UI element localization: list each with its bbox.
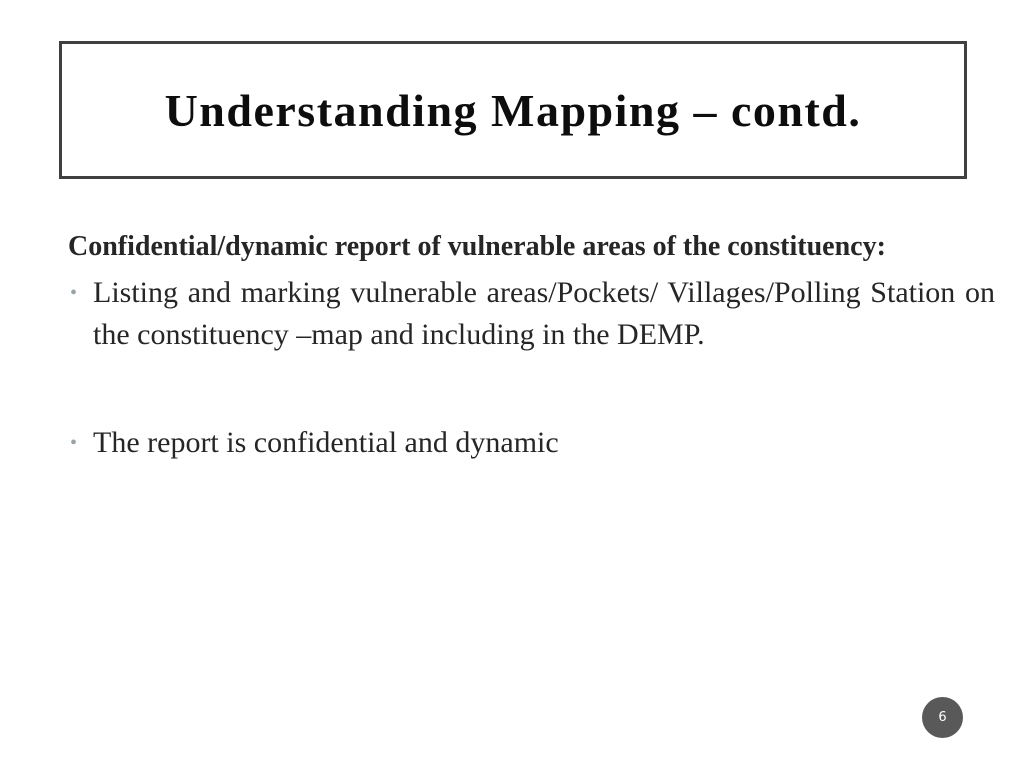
bullet-list: • Listing and marking vulnerable areas/P… bbox=[68, 272, 995, 464]
page-number-badge: 6 bbox=[922, 697, 963, 738]
bullet-dot-icon: • bbox=[70, 282, 78, 304]
bullet-item: • Listing and marking vulnerable areas/P… bbox=[68, 272, 995, 356]
section-heading: Confidential/dynamic report of vulnerabl… bbox=[68, 231, 886, 262]
bullet-dot-icon: • bbox=[70, 432, 78, 454]
bullet-text: The report is confidential and dynamic bbox=[93, 426, 559, 459]
bullet-item: • The report is confidential and dynamic bbox=[68, 422, 995, 464]
bullet-text: Listing and marking vulnerable areas/Poc… bbox=[93, 276, 995, 351]
title-box: Understanding Mapping – contd. bbox=[59, 41, 967, 179]
slide-content: Confidential/dynamic report of vulnerabl… bbox=[68, 226, 995, 464]
slide-title: Understanding Mapping – contd. bbox=[164, 84, 862, 136]
